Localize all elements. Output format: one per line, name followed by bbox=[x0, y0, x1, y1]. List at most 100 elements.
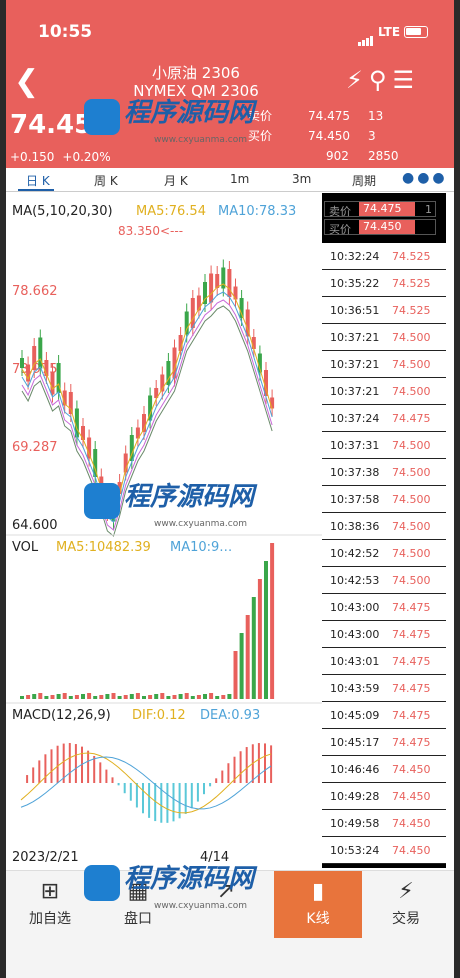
volume-bar bbox=[190, 696, 195, 699]
macd-bar bbox=[50, 749, 53, 783]
tick-row: 10:36:51 74.525 bbox=[322, 297, 446, 324]
macd-bar bbox=[270, 745, 273, 783]
tick-time: 10:37:24 bbox=[330, 412, 380, 425]
tick-row: 10:43:00 74.475 bbox=[322, 621, 446, 648]
tick-row: 10:37:21 74.500 bbox=[322, 324, 446, 351]
lightning-icon[interactable]: ⚡ bbox=[346, 66, 363, 94]
search-icon[interactable]: ⚲ bbox=[369, 66, 387, 94]
network-label: LTE bbox=[378, 25, 401, 39]
tick-time: 10:36:51 bbox=[330, 304, 380, 317]
tick-price: 74.475 bbox=[392, 628, 431, 641]
tab-1m[interactable]: 1m bbox=[230, 172, 249, 186]
volume-bar bbox=[148, 695, 153, 699]
tick-time: 10:35:22 bbox=[330, 277, 380, 290]
macd-bar bbox=[38, 760, 41, 783]
volume-bar bbox=[105, 694, 110, 699]
tick-price: 74.500 bbox=[392, 385, 431, 398]
price-change-pct: +0.20% bbox=[62, 150, 111, 164]
tick-price: 74.475 bbox=[392, 412, 431, 425]
tab-3m[interactable]: 3m bbox=[292, 172, 311, 186]
volume-bar bbox=[32, 694, 37, 699]
macd-bar bbox=[264, 743, 266, 783]
menu-icon[interactable]: ☰ bbox=[392, 66, 414, 94]
instrument-name: 小原油 2306 bbox=[152, 64, 240, 82]
watermark: 程序源码网 www.cxyuanma.com bbox=[84, 92, 254, 145]
volume-bar bbox=[196, 695, 201, 699]
macd-bar bbox=[190, 783, 193, 809]
battery-icon bbox=[404, 26, 428, 38]
tick-price: 74.450 bbox=[392, 817, 431, 830]
price-change: +0.150 bbox=[10, 150, 55, 164]
tick-price: 74.525 bbox=[392, 250, 431, 263]
tab-day-k[interactable]: 日 K bbox=[26, 172, 50, 189]
volume-bar bbox=[245, 615, 250, 699]
tick-time: 10:49:28 bbox=[330, 790, 380, 803]
tick-time: 10:37:58 bbox=[330, 493, 380, 506]
tick-time: 10:32:24 bbox=[330, 250, 380, 263]
tab-period[interactable]: 周期 bbox=[352, 172, 376, 189]
volume-bar bbox=[38, 693, 43, 699]
macd-bar bbox=[123, 783, 126, 794]
macd-bar bbox=[87, 750, 90, 783]
tick-list[interactable]: 卖价 74.475 1 买价 74.450 10:32:24 74.525 10:3… bbox=[322, 193, 446, 868]
macd-bar bbox=[215, 778, 218, 783]
bid-label: 买价 bbox=[248, 129, 273, 143]
volume-bar bbox=[209, 693, 214, 699]
macd-bar bbox=[93, 755, 96, 783]
nav-add-watchlist[interactable]: ⊞ 加自选 bbox=[6, 871, 94, 939]
tick-price: 74.475 bbox=[392, 655, 431, 668]
macd-bar bbox=[239, 751, 242, 783]
macd-bar bbox=[68, 743, 71, 783]
macd-bar bbox=[117, 783, 120, 786]
tick-row: 10:37:38 74.500 bbox=[322, 459, 446, 486]
tick-price: 74.500 bbox=[392, 520, 431, 533]
open-interest-value: 2850 bbox=[368, 149, 399, 163]
nav-kline[interactable]: ▮ K线 bbox=[274, 871, 362, 939]
tab-week-k[interactable]: 周 K bbox=[94, 172, 118, 189]
macd-bar bbox=[135, 783, 138, 808]
volume-bar bbox=[26, 695, 31, 699]
tick-row: 10:45:17 74.475 bbox=[322, 729, 446, 756]
macd-label: MACD(12,26,9) bbox=[12, 708, 111, 723]
volume-bar bbox=[50, 695, 55, 699]
macd-bar bbox=[105, 769, 108, 783]
ma5-label: MA5:76.54 bbox=[136, 204, 206, 219]
tick-bid-row: 买价 74.450 bbox=[324, 219, 436, 236]
watermark-logo bbox=[84, 864, 120, 901]
tick-time: 10:42:52 bbox=[330, 547, 380, 560]
volume-bar bbox=[74, 695, 79, 699]
tick-row: 10:49:58 74.450 bbox=[322, 810, 446, 837]
volume-bar bbox=[221, 695, 226, 699]
tick-ask-label: 卖价 bbox=[329, 205, 351, 218]
x-label-start: 2023/2/21 bbox=[12, 850, 79, 865]
more-icon[interactable]: ●●● bbox=[402, 170, 448, 186]
tab-month-k[interactable]: 月 K bbox=[164, 172, 188, 189]
tick-price: 74.500 bbox=[392, 331, 431, 344]
tick-row: 10:46:46 74.450 bbox=[322, 756, 446, 783]
tick-row: 10:42:53 74.500 bbox=[322, 567, 446, 594]
macd-bar bbox=[221, 770, 224, 783]
kline-chart[interactable]: MA(5,10,20,30) MA5:76.54 MA10:78.33 83.3… bbox=[6, 193, 322, 868]
volume-bar bbox=[257, 579, 262, 699]
tick-row: 10:53:24 74.450 bbox=[322, 837, 446, 864]
ma-label: MA(5,10,20,30) bbox=[12, 204, 113, 219]
macd-bar bbox=[44, 754, 47, 783]
volume-bar bbox=[99, 695, 104, 699]
dif-label: DIF:0.12 bbox=[132, 708, 186, 723]
nav-trade[interactable]: ⚡ 交易 bbox=[362, 871, 450, 939]
tick-price: 74.500 bbox=[392, 547, 431, 560]
macd-bars bbox=[26, 743, 273, 823]
macd-bar bbox=[148, 783, 151, 818]
volume-bar bbox=[20, 696, 24, 699]
lightning-icon: ⚡ bbox=[398, 879, 414, 904]
vol-label: VOL bbox=[12, 540, 39, 555]
volume-bar bbox=[270, 543, 275, 699]
tick-time: 10:42:53 bbox=[330, 574, 380, 587]
macd-bar bbox=[99, 762, 102, 783]
period-tabs: 日 K 周 K 月 K 1m 3m 周期 ●●● bbox=[6, 168, 454, 192]
volume-bar bbox=[111, 693, 116, 699]
last-price: 74.45 bbox=[10, 110, 93, 140]
bottom-safe-area bbox=[6, 938, 454, 978]
tick-price: 74.500 bbox=[392, 358, 431, 371]
kline-chart-svg: MA(5,10,20,30) MA5:76.54 MA10:78.33 83.3… bbox=[6, 204, 322, 865]
